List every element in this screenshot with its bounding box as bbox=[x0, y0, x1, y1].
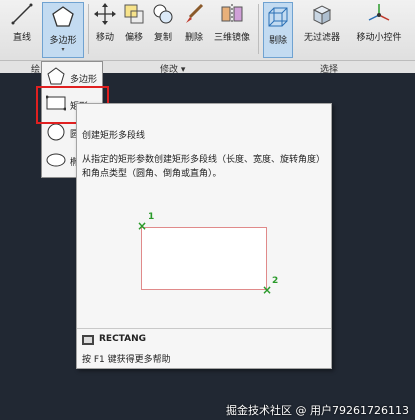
remove-tool[interactable]: 剔除 bbox=[263, 2, 293, 58]
corner-point-1-label: 1 bbox=[148, 212, 155, 222]
polygon-icon bbox=[51, 5, 75, 29]
mirror3d-icon bbox=[220, 2, 244, 26]
remove-label: 剔除 bbox=[268, 36, 287, 46]
line-tool[interactable]: 直线 bbox=[10, 2, 34, 43]
draw-panel-label[interactable]: 绘 bbox=[31, 62, 40, 75]
corner-point-2-label: 2 bbox=[272, 276, 279, 286]
nofilter-label: 无过滤器 bbox=[303, 33, 340, 43]
line-label: 直线 bbox=[12, 33, 31, 43]
move-label: 移动 bbox=[95, 33, 114, 43]
tooltip-panel: 创建矩形多段线 从指定的矩形参数创建矩形多段线（长度、宽度、旋转角度）和角点类型… bbox=[76, 103, 332, 369]
delete-label: 删除 bbox=[184, 33, 203, 43]
tooltip-command: RECTANG bbox=[99, 334, 147, 344]
offset-icon bbox=[122, 2, 146, 26]
polygon-icon bbox=[47, 67, 65, 85]
modify-panel-label[interactable]: 修改 ▾ bbox=[160, 62, 185, 75]
copy-label: 复制 bbox=[153, 33, 172, 43]
move-tool[interactable]: 移动 bbox=[92, 2, 118, 43]
line-icon bbox=[10, 2, 34, 26]
mirror3d-label: 三维镜像 bbox=[213, 33, 250, 43]
copy-icon bbox=[151, 2, 175, 26]
tooltip-title: 创建矩形多段线 bbox=[82, 131, 146, 141]
offset-tool[interactable]: 偏移 bbox=[122, 2, 146, 43]
corner-point-2-marker: × bbox=[262, 283, 273, 297]
circle-icon bbox=[47, 123, 65, 141]
gizmo-icon bbox=[367, 2, 391, 26]
cube-wireframe-icon bbox=[266, 5, 290, 29]
tooltip-rectangle-illustration bbox=[141, 227, 267, 290]
cube-icon bbox=[310, 2, 334, 26]
move-icon bbox=[93, 2, 117, 26]
polygon-tool[interactable]: 多边形 ▾ bbox=[42, 2, 84, 58]
select-panel-label: 选择 bbox=[320, 65, 339, 75]
polygon-dropdown-arrow[interactable]: ▾ bbox=[43, 47, 83, 53]
ellipse-icon bbox=[46, 153, 66, 167]
command-icon bbox=[82, 335, 94, 345]
separator bbox=[258, 4, 259, 54]
gizmo-label: 移动小控件 bbox=[356, 33, 402, 43]
offset-label: 偏移 bbox=[124, 33, 143, 43]
copy-tool[interactable]: 复制 bbox=[151, 2, 175, 43]
delete-tool[interactable]: 删除 bbox=[182, 2, 206, 43]
tooltip-help: 按 F1 键获得更多帮助 bbox=[82, 355, 171, 365]
separator bbox=[88, 4, 89, 54]
brush-icon bbox=[182, 2, 206, 26]
dropdown-polygon-label: 多边形 bbox=[70, 75, 98, 85]
polygon-label: 多边形 bbox=[49, 36, 77, 46]
corner-point-1-marker: × bbox=[137, 219, 148, 233]
nofilter-tool[interactable]: 无过滤器 bbox=[302, 2, 342, 43]
tooltip-divider bbox=[77, 328, 331, 329]
watermark: 掘金技术社区 @ 用户79261726113 bbox=[226, 404, 409, 417]
tooltip-description: 从指定的矩形参数创建矩形多段线（长度、宽度、旋转角度）和角点类型（圆角、倒角或直… bbox=[82, 155, 326, 179]
gizmo-tool[interactable]: 移动小控件 bbox=[350, 2, 408, 43]
mirror3d-tool[interactable]: 三维镜像 bbox=[212, 2, 252, 43]
